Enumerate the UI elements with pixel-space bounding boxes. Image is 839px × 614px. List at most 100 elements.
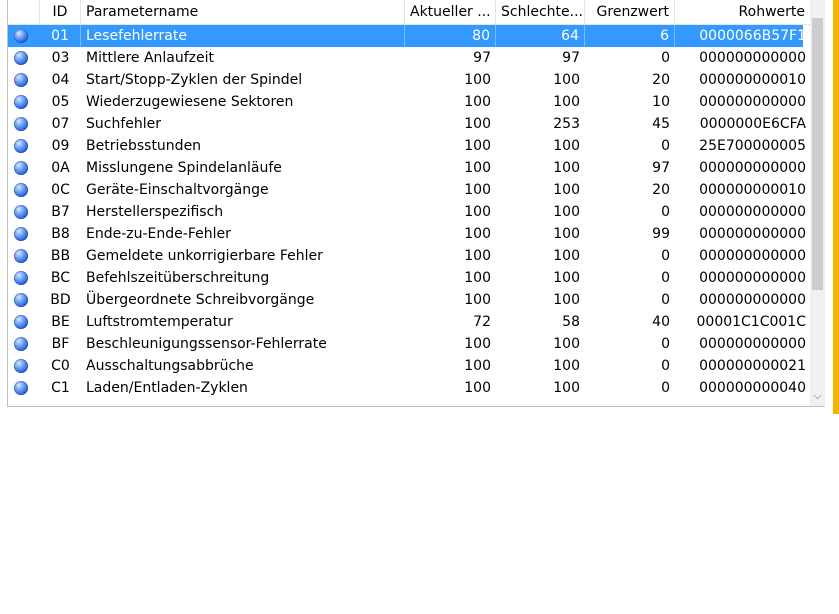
id-cell: 01 <box>40 25 81 47</box>
window-edge <box>833 0 839 414</box>
worst-value-cell: 100 <box>553 160 580 176</box>
status-cell <box>8 245 40 267</box>
table-row[interactable]: 07 Suchfehler 100 253 45 0000000E6CFA <box>8 113 806 135</box>
worst-value-cell: 100 <box>553 380 580 396</box>
current-value-cell: 100 <box>464 248 491 264</box>
id-cell: BB <box>50 248 71 264</box>
worst-value-cell: 100 <box>553 270 580 286</box>
threshold-cell: 0 <box>661 380 670 396</box>
threshold-cell: 0 <box>661 204 670 220</box>
blue-orb-icon <box>14 161 28 175</box>
raw-value-cell: 000000000000 <box>699 204 806 220</box>
table-row[interactable]: 0A Misslungene Spindelanläufe 100 100 97 0000… <box>8 157 806 179</box>
current-value-cell: 100 <box>464 292 491 308</box>
table-row[interactable]: C1 Laden/Entladen-Zyklen 100 100 0 0000000000… <box>8 377 806 399</box>
current-value-cell: 100 <box>464 204 491 220</box>
table-row[interactable]: BE Luftstromtemperatur 72 58 40 00001C1C001C <box>8 311 806 333</box>
smart-attribute-table: ID Parametername Aktueller ... Schlechte… <box>7 0 825 407</box>
table-row[interactable]: 01 Lesefehlerrate 80 64 6 0000066B57F1 <box>8 25 806 47</box>
current-value-cell: 72 <box>473 314 491 330</box>
id-cell: 07 <box>51 116 70 132</box>
id-cell: C0 <box>51 358 70 374</box>
blue-orb-icon <box>14 249 28 263</box>
table-row[interactable]: 03 Mittlere Anlaufzeit 97 97 0 000000000000 <box>8 47 806 69</box>
id-cell: C1 <box>51 380 70 396</box>
scroll-down-arrow-icon[interactable]: ⌵ <box>810 390 825 404</box>
table-row[interactable]: C0 Ausschaltungsabbrüche 100 100 0 0000000000… <box>8 355 806 377</box>
id-cell: 09 <box>51 138 70 154</box>
status-cell <box>8 179 40 201</box>
raw-value-cell: 000000000040 <box>699 380 806 396</box>
header-current-value[interactable]: Aktueller ... <box>405 0 496 24</box>
worst-value-cell: 253 <box>553 116 580 132</box>
raw-value-cell: 000000000000 <box>699 270 806 286</box>
status-cell <box>8 201 40 223</box>
blue-orb-icon <box>14 117 28 131</box>
threshold-cell: 0 <box>661 50 670 66</box>
scrollbar-thumb[interactable] <box>812 18 823 290</box>
header-threshold[interactable]: Grenzwert <box>585 0 675 24</box>
status-cell <box>8 113 40 135</box>
worst-value-cell: 64 <box>496 25 585 47</box>
table-row[interactable]: BF Beschleunigungssensor-Fehlerrate 100 100… <box>8 333 806 355</box>
table-row[interactable]: 09 Betriebsstunden 100 100 0 25E700000005 <box>8 135 806 157</box>
parameter-name-cell: Betriebsstunden <box>86 138 202 154</box>
raw-value-cell: 000000000000 <box>699 226 806 242</box>
parameter-name-cell: Ausschaltungsabbrüche <box>86 358 254 374</box>
table-row[interactable]: BB Gemeldete unkorrigierbare Fehler 100 100… <box>8 245 806 267</box>
id-cell: 0C <box>51 182 70 198</box>
header-worst-value[interactable]: Schlechte... <box>496 0 585 24</box>
parameter-name-cell: Geräte-Einschaltvorgänge <box>86 182 269 198</box>
blue-orb-icon <box>14 205 28 219</box>
parameter-name-cell: Laden/Entladen-Zyklen <box>86 380 248 396</box>
worst-value-cell: 100 <box>553 248 580 264</box>
header-raw-values[interactable]: Rohwerte <box>675 0 811 24</box>
current-value-cell: 100 <box>464 270 491 286</box>
blue-orb-icon <box>14 227 28 241</box>
vertical-scrollbar[interactable]: ⌵ <box>810 0 825 406</box>
table-row[interactable]: 05 Wiederzugewiesene Sektoren 100 100 10 0000… <box>8 91 806 113</box>
status-cell <box>8 311 40 333</box>
current-value-cell: 100 <box>464 116 491 132</box>
current-value-cell: 100 <box>464 72 491 88</box>
status-cell <box>8 135 40 157</box>
id-cell: BC <box>50 270 71 286</box>
table-row[interactable]: BD Übergeordnete Schreibvorgänge 100 100 0 00… <box>8 289 806 311</box>
id-cell: 03 <box>51 50 70 66</box>
parameter-name-cell: Misslungene Spindelanläufe <box>86 160 282 176</box>
threshold-cell: 0 <box>661 270 670 286</box>
blue-orb-icon <box>14 293 28 307</box>
header-status[interactable] <box>8 0 40 24</box>
current-value-cell: 100 <box>464 380 491 396</box>
table-row[interactable]: 0C Geräte-Einschaltvorgänge 100 100 20 000000… <box>8 179 806 201</box>
raw-value-cell: 000000000000 <box>699 336 806 352</box>
parameter-name-cell: Luftstromtemperatur <box>86 314 233 330</box>
status-cell <box>8 223 40 245</box>
parameter-name-cell: Lesefehlerrate <box>81 25 405 47</box>
raw-value-cell: 000000000021 <box>699 358 806 374</box>
raw-value-cell: 000000000000 <box>699 50 806 66</box>
table-row[interactable]: 04 Start/Stopp-Zyklen der Spindel 100 100 20… <box>8 69 806 91</box>
id-cell: 0A <box>51 160 70 176</box>
status-cell <box>8 157 40 179</box>
threshold-cell: 6 <box>585 25 675 47</box>
worst-value-cell: 100 <box>553 182 580 198</box>
worst-value-cell: 58 <box>562 314 580 330</box>
current-value-cell: 80 <box>405 25 496 47</box>
raw-value-cell: 000000000010 <box>699 182 806 198</box>
worst-value-cell: 97 <box>562 50 580 66</box>
parameter-name-cell: Herstellerspezifisch <box>86 204 224 220</box>
threshold-cell: 0 <box>661 138 670 154</box>
table-row[interactable]: BC Befehlszeitüberschreitung 100 100 0 000000… <box>8 267 806 289</box>
header-parameter-name[interactable]: Parametername <box>81 0 405 24</box>
threshold-cell: 0 <box>661 292 670 308</box>
table-row[interactable]: B8 Ende-zu-Ende-Fehler 100 100 99 00000000000… <box>8 223 806 245</box>
worst-value-cell: 100 <box>553 204 580 220</box>
parameter-name-cell: Übergeordnete Schreibvorgänge <box>86 292 315 308</box>
threshold-cell: 40 <box>652 314 670 330</box>
table-row[interactable]: B7 Herstellerspezifisch 100 100 0 00000000000… <box>8 201 806 223</box>
status-cell <box>8 355 40 377</box>
header-id[interactable]: ID <box>40 0 81 24</box>
threshold-cell: 0 <box>661 248 670 264</box>
parameter-name-cell: Gemeldete unkorrigierbare Fehler <box>86 248 323 264</box>
